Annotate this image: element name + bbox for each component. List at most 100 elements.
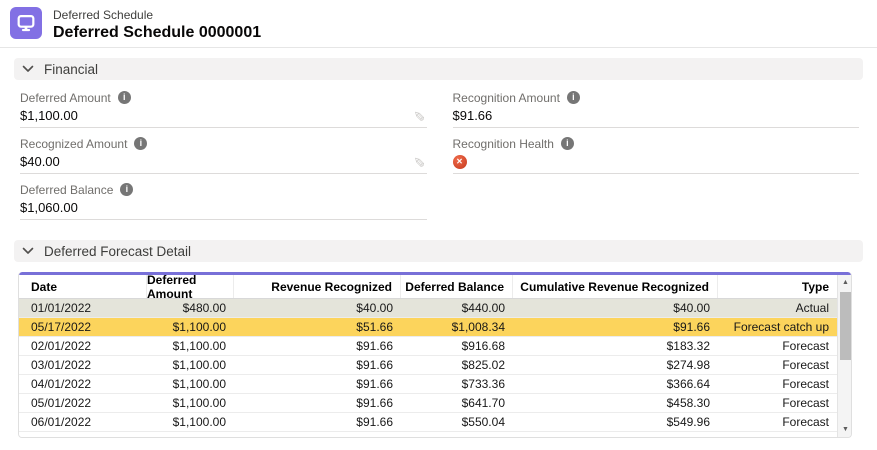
error-status-icon: ✕ <box>453 155 467 169</box>
table-cell: $366.64 <box>513 375 718 393</box>
table-cell: $91.66 <box>234 394 401 412</box>
table-cell: $1,100.00 <box>147 375 234 393</box>
chevron-down-icon <box>22 65 34 73</box>
record-page-header: Deferred Schedule Deferred Schedule 0000… <box>0 0 877 48</box>
info-icon[interactable]: i <box>561 137 574 150</box>
table-cell: $641.70 <box>401 394 513 412</box>
table-cell: $40.00 <box>513 299 718 317</box>
table-row[interactable]: 04/01/2022$1,100.00$91.66$733.36$366.64F… <box>19 375 837 394</box>
table-cell: $440.00 <box>401 299 513 317</box>
table-cell: $183.32 <box>513 337 718 355</box>
table-cell: $91.66 <box>234 356 401 374</box>
table-cell: $916.68 <box>401 337 513 355</box>
table-cell: Forecast <box>718 337 837 355</box>
table-cell: $1,100.00 <box>147 356 234 374</box>
table-cell: $1,100.00 <box>147 394 234 412</box>
field-label: Recognized Amount <box>20 137 127 151</box>
table-cell: Forecast <box>718 413 837 431</box>
table-cell: $274.98 <box>513 356 718 374</box>
table-cell: $825.02 <box>401 356 513 374</box>
table-cell: $1,100.00 <box>147 337 234 355</box>
table-cell: Forecast <box>718 356 837 374</box>
table-row[interactable]: 05/01/2022$1,100.00$91.66$641.70$458.30F… <box>19 394 837 413</box>
forecast-section-title: Deferred Forecast Detail <box>44 244 191 259</box>
info-icon[interactable]: i <box>567 91 580 104</box>
column-header-deferred-amount[interactable]: Deferred Amount <box>147 275 234 298</box>
table-cell: 06/01/2022 <box>19 413 147 431</box>
forecast-table-body: 01/01/2022$480.00$40.00$440.00$40.00Actu… <box>19 299 837 432</box>
table-row[interactable]: 03/01/2022$1,100.00$91.66$825.02$274.98F… <box>19 356 837 375</box>
field-deferred-amount: Deferred Amount i $1,100.00 ✎ <box>20 82 427 128</box>
table-cell: $458.30 <box>513 394 718 412</box>
column-header-cumulative-revenue-recognized[interactable]: Cumulative Revenue Recognized <box>513 275 718 298</box>
field-value: $40.00 <box>20 154 60 169</box>
table-filler-row <box>19 432 837 437</box>
table-cell: $91.66 <box>513 318 718 336</box>
table-cell: $733.36 <box>401 375 513 393</box>
table-cell: 03/01/2022 <box>19 356 147 374</box>
edit-pencil-icon[interactable]: ✎ <box>412 154 426 170</box>
column-header-revenue-recognized[interactable]: Revenue Recognized <box>234 275 401 298</box>
table-cell: 01/01/2022 <box>19 299 147 317</box>
financial-fields: Deferred Amount i $1,100.00 ✎ Recognized… <box>14 80 863 220</box>
column-header-deferred-balance[interactable]: Deferred Balance <box>401 275 513 298</box>
table-cell: $40.00 <box>234 299 401 317</box>
field-value: $1,100.00 <box>20 108 78 123</box>
table-cell: Forecast <box>718 394 837 412</box>
table-cell: 05/17/2022 <box>19 318 147 336</box>
scroll-down-icon[interactable]: ▼ <box>838 422 853 437</box>
table-vertical-scrollbar[interactable]: ▲ ▼ <box>837 275 852 437</box>
table-cell: 02/01/2022 <box>19 337 147 355</box>
table-cell: $1,100.00 <box>147 318 234 336</box>
scroll-up-icon[interactable]: ▲ <box>838 275 853 290</box>
table-cell: Actual <box>718 299 837 317</box>
field-label: Deferred Amount <box>20 91 111 105</box>
edit-pencil-icon[interactable]: ✎ <box>412 108 426 124</box>
field-value: $1,060.00 <box>20 200 78 215</box>
scrollbar-track[interactable] <box>838 290 853 422</box>
table-row[interactable]: 02/01/2022$1,100.00$91.66$916.68$183.32F… <box>19 337 837 356</box>
financial-section-header[interactable]: Financial <box>14 58 863 80</box>
field-label: Deferred Balance <box>20 183 113 197</box>
financial-left-column: Deferred Amount i $1,100.00 ✎ Recognized… <box>20 82 427 220</box>
field-deferred-balance: Deferred Balance i $1,060.00 <box>20 174 427 220</box>
table-cell: $550.04 <box>401 413 513 431</box>
table-cell: Forecast <box>718 375 837 393</box>
financial-right-column: Recognition Amount i $91.66 Recognition … <box>453 82 860 220</box>
page-title: Deferred Schedule 0000001 <box>53 23 261 43</box>
chevron-down-icon <box>22 247 34 255</box>
info-icon[interactable]: i <box>134 137 147 150</box>
table-row[interactable]: 01/01/2022$480.00$40.00$440.00$40.00Actu… <box>19 299 837 318</box>
field-label: Recognition Health <box>453 137 554 151</box>
financial-section-title: Financial <box>44 62 98 77</box>
forecast-section-header[interactable]: Deferred Forecast Detail <box>14 240 863 262</box>
table-cell: $1,008.34 <box>401 318 513 336</box>
field-recognized-amount: Recognized Amount i $40.00 ✎ <box>20 128 427 174</box>
table-cell: $51.66 <box>234 318 401 336</box>
scrollbar-thumb[interactable] <box>840 292 852 360</box>
object-label: Deferred Schedule <box>53 8 261 23</box>
table-cell: $480.00 <box>147 299 234 317</box>
table-cell: $1,100.00 <box>147 413 234 431</box>
table-row[interactable]: 06/01/2022$1,100.00$91.66$550.04$549.96F… <box>19 413 837 432</box>
table-cell: 04/01/2022 <box>19 375 147 393</box>
info-icon[interactable]: i <box>118 91 131 104</box>
table-cell: Forecast catch up <box>718 318 837 336</box>
table-cell: $91.66 <box>234 337 401 355</box>
deferred-schedule-object-icon <box>10 7 42 39</box>
table-cell: $549.96 <box>513 413 718 431</box>
field-recognition-amount: Recognition Amount i $91.66 <box>453 82 860 128</box>
field-label: Recognition Amount <box>453 91 560 105</box>
table-cell: $91.66 <box>234 413 401 431</box>
table-cell: $91.66 <box>234 375 401 393</box>
table-cell: 05/01/2022 <box>19 394 147 412</box>
column-header-date[interactable]: Date <box>19 275 147 298</box>
column-header-type[interactable]: Type <box>718 275 837 298</box>
forecast-table-header: Date Deferred Amount Revenue Recognized … <box>19 275 837 299</box>
field-recognition-health: Recognition Health i ✕ <box>453 128 860 174</box>
forecast-table: Date Deferred Amount Revenue Recognized … <box>18 272 852 438</box>
info-icon[interactable]: i <box>120 183 133 196</box>
table-row[interactable]: 05/17/2022$1,100.00$51.66$1,008.34$91.66… <box>19 318 837 337</box>
field-value: $91.66 <box>453 108 493 123</box>
monitor-icon <box>15 12 37 34</box>
